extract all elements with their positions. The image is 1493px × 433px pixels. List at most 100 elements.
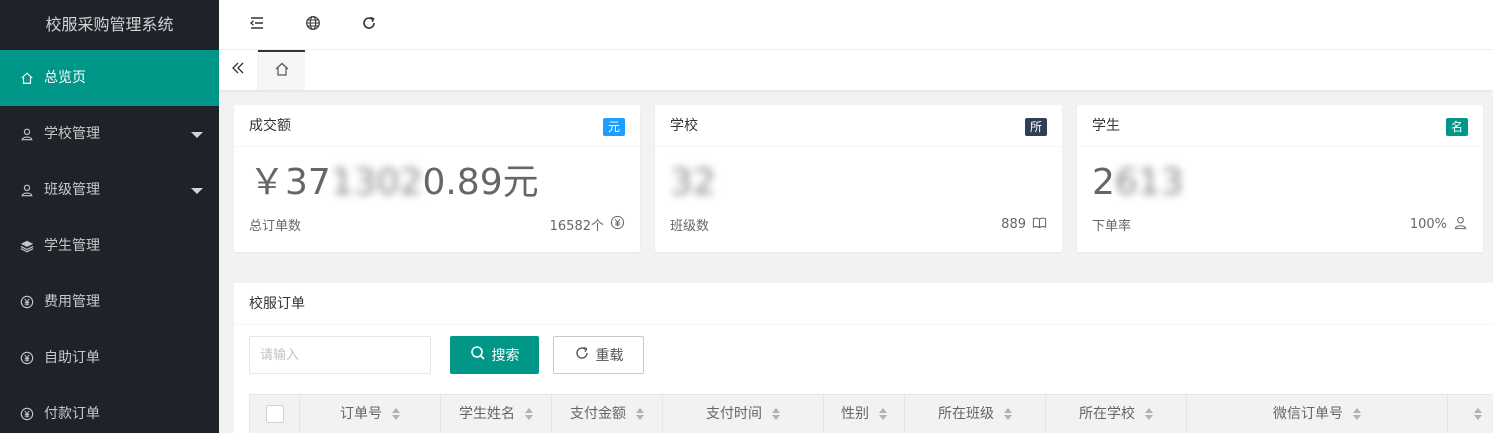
orders-panel: 校服订单 搜索 重载 订单号 学生姓名 支付金额 支付时间 [234, 283, 1493, 433]
caret-down-icon [191, 188, 203, 194]
reset-button[interactable]: 重载 [553, 336, 644, 374]
foot-value: 889 [1001, 217, 1026, 232]
stat-value: ￥3713020.89元 [249, 157, 625, 209]
sort-icon[interactable] [879, 408, 887, 420]
sidebar-item-label: 费用管理 [44, 294, 100, 310]
stat-value: 2613 [1092, 157, 1468, 209]
tab-home[interactable] [258, 50, 305, 90]
sidebar-item-label: 学校管理 [44, 126, 100, 142]
sort-icon[interactable] [636, 408, 644, 420]
top-header [219, 0, 1493, 50]
column-label: 学生姓名 [459, 406, 515, 422]
sort-icon[interactable] [1353, 408, 1361, 420]
menu-fold-icon [249, 15, 265, 35]
book-icon [1032, 215, 1047, 234]
refresh-button[interactable] [349, 0, 389, 50]
layers-icon [19, 238, 35, 254]
sidebar-item-label: 总览页 [44, 70, 86, 86]
search-button-label: 搜索 [491, 348, 520, 364]
sidebar-item-label: 学生管理 [44, 238, 100, 254]
column-label: 所在学校 [1079, 406, 1135, 422]
stat-value-prefix: 2 [1092, 162, 1115, 203]
sort-icon[interactable] [772, 408, 780, 420]
home-icon [274, 61, 290, 81]
sidebar-item-label: 付款订单 [44, 406, 100, 422]
column-header-pay-time[interactable]: 支付时间 [663, 395, 824, 433]
sidebar-item-student[interactable]: 学生管理 [0, 218, 219, 274]
unit-badge: 名 [1445, 118, 1468, 136]
column-header-amount[interactable]: 支付金额 [552, 395, 663, 433]
tab-bar [219, 50, 1493, 90]
column-header-more[interactable] [1448, 395, 1493, 433]
search-input[interactable] [249, 336, 431, 374]
sidebar-item-fee[interactable]: 费用管理 [0, 274, 219, 330]
stat-value-blurred: 1302 [330, 162, 423, 203]
foot-label: 班级数 [670, 219, 710, 234]
tab-scroll-left-button[interactable] [219, 50, 258, 90]
yen-icon [19, 294, 35, 310]
refresh-icon [574, 345, 590, 365]
sort-icon[interactable] [1474, 408, 1482, 420]
user-icon [19, 126, 35, 142]
column-label: 性别 [841, 406, 869, 422]
panel-title: 校服订单 [234, 283, 1493, 325]
unit-badge: 所 [1024, 118, 1047, 136]
home-icon [19, 70, 35, 86]
stat-card-revenue: 成交额 元 ￥3713020.89元 总订单数 16582个 [234, 105, 640, 252]
stat-value-suffix: 0.89元 [422, 162, 539, 203]
sidebar-item-class[interactable]: 班级管理 [0, 162, 219, 218]
column-label: 支付时间 [706, 406, 762, 422]
sidebar-item-paid-order[interactable]: 付款订单 [0, 386, 219, 433]
sidebar-item-self-order[interactable]: 自助订单 [0, 330, 219, 386]
column-header-student-name[interactable]: 学生姓名 [441, 395, 552, 433]
select-all-cell [250, 395, 300, 433]
column-label: 支付金额 [570, 406, 626, 422]
foot-value: 16582个 [549, 219, 604, 234]
sidebar-item-label: 班级管理 [44, 182, 100, 198]
column-header-class[interactable]: 所在班级 [905, 395, 1046, 433]
column-header-wechat-order[interactable]: 微信订单号 [1187, 395, 1448, 433]
globe-button[interactable] [293, 0, 333, 50]
card-title: 学校 [670, 118, 698, 134]
column-header-school[interactable]: 所在学校 [1046, 395, 1187, 433]
caret-down-icon [191, 132, 203, 138]
column-label: 订单号 [340, 406, 382, 422]
yen-icon [19, 350, 35, 366]
column-label: 微信订单号 [1273, 406, 1343, 422]
sort-icon[interactable] [1004, 408, 1012, 420]
table-header: 订单号 学生姓名 支付金额 支付时间 性别 所在班级 所在学校 微信订单号 [249, 394, 1493, 433]
stat-value-blurred: 613 [1114, 162, 1184, 203]
sidebar-item-label: 自助订单 [44, 350, 100, 366]
column-label: 所在班级 [938, 406, 994, 422]
yen-circle-icon [610, 215, 625, 234]
stat-value: 32 [670, 157, 1047, 209]
globe-icon [305, 15, 321, 35]
card-title: 成交额 [249, 118, 291, 134]
menu-fold-button[interactable] [237, 0, 277, 50]
user-icon [19, 182, 35, 198]
sidebar-item-overview[interactable]: 总览页 [0, 50, 219, 106]
select-all-checkbox[interactable] [265, 405, 284, 423]
column-header-gender[interactable]: 性别 [824, 395, 905, 433]
stat-value-blurred: 32 [670, 162, 716, 203]
unit-badge: 元 [602, 118, 625, 136]
sort-icon[interactable] [1145, 408, 1153, 420]
stat-value-prefix: ￥37 [249, 162, 331, 203]
stat-card-schools: 学校 所 32 班级数 889 [655, 105, 1062, 252]
refresh-icon [361, 15, 377, 35]
stat-card-students: 学生 名 2613 下单率 100% [1077, 105, 1483, 252]
sort-icon[interactable] [525, 408, 533, 420]
foot-label: 总订单数 [249, 219, 302, 234]
reset-button-label: 重载 [595, 348, 624, 364]
sort-icon[interactable] [392, 408, 400, 420]
search-button[interactable]: 搜索 [450, 336, 539, 374]
search-icon [470, 345, 486, 365]
double-left-icon [230, 60, 246, 80]
foot-label: 下单率 [1092, 219, 1132, 234]
yen-icon [19, 406, 35, 422]
sidebar-item-school[interactable]: 学校管理 [0, 106, 219, 162]
column-header-order-no[interactable]: 订单号 [300, 395, 441, 433]
app-title: 校服采购管理系统 [45, 15, 174, 34]
card-title: 学生 [1092, 118, 1120, 134]
user-icon [1453, 215, 1468, 234]
